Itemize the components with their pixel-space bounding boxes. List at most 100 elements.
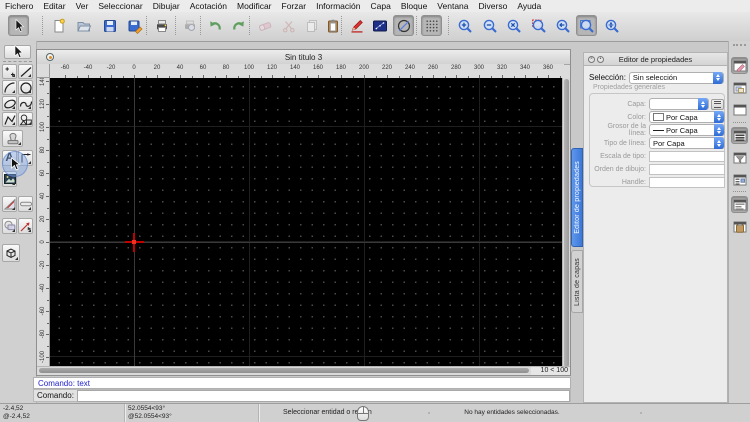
vertical-scrollbar-thumb[interactable] (564, 79, 569, 367)
redo-button[interactable] (228, 15, 249, 36)
tool-isometric[interactable] (2, 244, 20, 262)
h-ruler-label: 260 (427, 65, 438, 71)
menu-editar[interactable]: Editar (43, 1, 65, 11)
menu-ver[interactable]: Ver (76, 1, 89, 11)
tool-hatch[interactable] (2, 196, 17, 212)
zoom-previous-button[interactable] (552, 15, 573, 36)
eraser-icon (257, 18, 273, 34)
tool-dim-horizontal[interactable] (18, 196, 33, 212)
tool-arc[interactable] (2, 80, 17, 95)
tool-measure[interactable] (18, 218, 33, 234)
zoom-out-button[interactable] (479, 15, 500, 36)
property-text-field[interactable] (649, 176, 725, 188)
copy-button[interactable] (301, 15, 322, 36)
zoom-pan-button[interactable] (576, 15, 597, 36)
tab-property-editor[interactable]: Editor de propiedades (571, 148, 583, 247)
chevron-up-down-icon[interactable] (698, 98, 708, 110)
snap-grid-button[interactable] (421, 15, 442, 36)
menu-capa[interactable]: Capa (371, 1, 391, 11)
selection-combobox[interactable]: Sin selección (628, 71, 724, 84)
menu-forzar[interactable]: Forzar (282, 1, 307, 11)
cursor-icon (10, 44, 26, 60)
zoom-redraw-button[interactable] (601, 15, 622, 36)
dock-clipboard-toggle[interactable] (731, 218, 748, 235)
dock-layer-list-toggle[interactable] (731, 79, 748, 96)
tool-select[interactable] (4, 44, 31, 60)
h-ruler-label: 120 (266, 65, 277, 71)
edit-pencil-button[interactable] (346, 15, 367, 36)
tool-shapes[interactable] (18, 112, 33, 127)
select-arrow-button[interactable] (8, 15, 29, 36)
property-editor-panel: × • Editor de propiedades Selección: Sin… (583, 52, 728, 403)
dock-handle[interactable] (733, 44, 746, 46)
dock-library-toggle[interactable] (731, 171, 748, 188)
horizontal-scrollbar[interactable] (37, 367, 531, 375)
chevron-up-down-icon[interactable] (714, 111, 724, 123)
property-combobox[interactable]: Por Capa (649, 137, 725, 149)
tool-stamp[interactable] (2, 130, 23, 147)
dock-blank-window-toggle[interactable] (731, 101, 748, 118)
ruler-corner (37, 64, 50, 78)
toolbar-separator (42, 16, 43, 35)
save-as-button[interactable] (124, 15, 145, 36)
tool-points[interactable] (2, 64, 17, 79)
dock-property-editor-toggle[interactable] (731, 57, 748, 74)
dock-filter-toggle[interactable] (731, 149, 748, 166)
menu-ventana[interactable]: Ventana (437, 1, 468, 11)
dock-form-toggle[interactable] (731, 196, 748, 213)
dock-separator (733, 191, 746, 192)
tool-circle[interactable] (18, 80, 33, 95)
property-text-field[interactable] (649, 150, 725, 162)
horizontal-scrollbar-thumb[interactable] (39, 368, 529, 373)
tool-polyline[interactable] (2, 112, 17, 127)
menu-acotacion[interactable]: Acotación (190, 1, 227, 11)
undo-button[interactable] (204, 15, 225, 36)
menu-diverso[interactable]: Diverso (479, 1, 508, 11)
tool-line[interactable] (18, 64, 33, 79)
menu-seleccionar[interactable]: Seleccionar (98, 1, 142, 11)
menu-bloque[interactable]: Bloque (401, 1, 427, 11)
origin-crosshair-center (132, 240, 136, 244)
property-text-field[interactable] (649, 163, 725, 175)
h-ruler-label: 40 (176, 65, 184, 71)
chevron-up-down-icon[interactable] (714, 124, 724, 136)
zoom-auto-button[interactable] (503, 15, 524, 36)
menu-dibujar[interactable]: Dibujar (153, 1, 180, 11)
print-preview-button[interactable] (179, 15, 200, 36)
float-icon[interactable]: • (597, 56, 604, 63)
delete-button[interactable] (254, 15, 275, 36)
zoom-window-button[interactable] (528, 15, 549, 36)
draft-view-button[interactable] (369, 15, 390, 36)
layer-menu-button[interactable] (711, 98, 724, 110)
application-window: Fichero Editar Ver Seleccionar Dibujar Acotac… (0, 0, 750, 422)
horizontal-ruler: -60 -40 -20 0 20 40 60 80 100 120 140 160 180 200 220 2… (50, 64, 564, 79)
close-icon[interactable]: × (588, 56, 595, 63)
menu-fichero[interactable]: Fichero (5, 1, 33, 11)
drawing-canvas[interactable] (50, 78, 564, 369)
print-button[interactable] (151, 15, 172, 36)
open-file-button[interactable] (73, 15, 94, 36)
tab-layer-list[interactable]: Lista de capas (571, 250, 583, 313)
vertical-ruler: 140 120 100 80 60 40 20 0 -20 -40 -60 -80 -100 (37, 78, 50, 369)
zoom-in-button[interactable] (454, 15, 475, 36)
tool-spline[interactable] (18, 96, 33, 111)
menu-modificar[interactable]: Modificar (237, 1, 271, 11)
paste-button[interactable] (322, 15, 343, 36)
command-input[interactable] (76, 389, 570, 402)
property-combobox[interactable]: Por Capa (649, 111, 725, 123)
snap-free-button[interactable] (393, 15, 414, 36)
new-file-button[interactable] (48, 15, 69, 36)
vertical-scrollbar[interactable] (562, 78, 570, 369)
cut-button[interactable] (278, 15, 299, 36)
property-combobox[interactable]: Por Capa (649, 124, 725, 136)
tool-ellipse[interactable] (2, 96, 17, 111)
chevron-up-down-icon[interactable] (713, 71, 723, 84)
property-combobox[interactable] (649, 98, 709, 110)
toolbar (0, 12, 750, 42)
chevron-up-down-icon[interactable] (714, 137, 724, 149)
menu-ayuda[interactable]: Ayuda (517, 1, 541, 11)
save-button[interactable] (99, 15, 120, 36)
dock-block-list-toggle[interactable] (731, 127, 748, 144)
menu-informacion[interactable]: Información (316, 1, 360, 11)
tool-order[interactable] (2, 218, 17, 234)
